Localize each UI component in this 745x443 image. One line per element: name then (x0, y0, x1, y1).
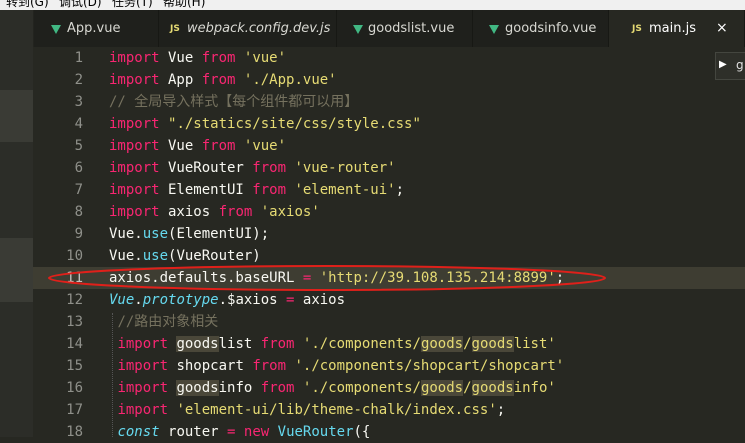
red-annotation-ellipse (48, 265, 606, 291)
annotation-layer (48, 265, 606, 291)
